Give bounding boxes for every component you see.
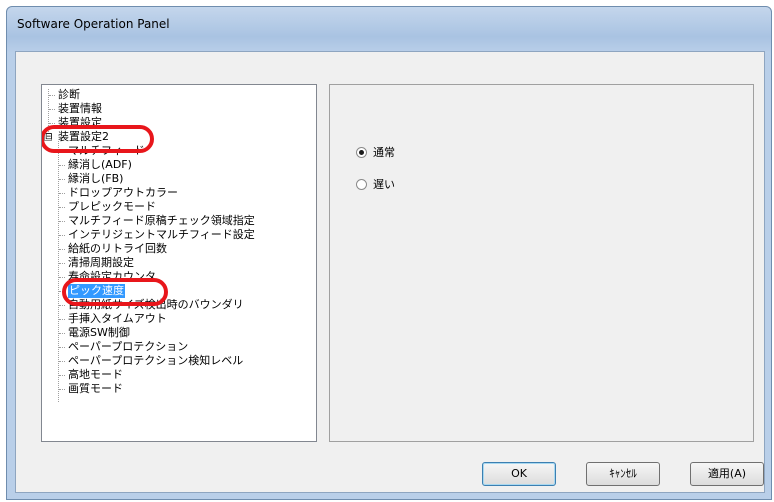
tree-item-pick-speed[interactable]: ピック速度 [68,284,125,298]
tree-item-intelligent-multifeed[interactable]: インテリジェントマルチフィード設定 [68,228,255,242]
tree-connector [59,263,65,264]
tree-item-device-info[interactable]: 装置情報 [58,102,102,116]
settings-panel: 通常 遅い [329,84,754,442]
tree-item-dropout-color[interactable]: ドロップアウトカラー [68,186,178,200]
tree-connector [59,319,65,320]
tree-connector [49,95,55,96]
tree-connector [49,109,55,110]
tree-item-multifeed-area[interactable]: マルチフィード原稿チェック領域指定 [68,214,255,228]
settings-tree[interactable]: ⊟ 診断 装置情報 装置設定 装置設定2 マルチフィード 縁消し(ADF) 縁消… [41,84,317,442]
tree-item-paper-protection-level[interactable]: ペーパープロテクション検知レベル [68,354,243,368]
window-title: Software Operation Panel [17,17,170,31]
tree-connector [59,221,65,222]
ok-button[interactable]: OK [482,462,556,486]
tree-connector [59,375,65,376]
tree-item-diagnosis[interactable]: 診断 [58,88,80,102]
radio-normal[interactable]: 通常 [356,144,395,160]
dialog-window: Software Operation Panel ⊟ 診断 装置情報 装置設定 … [6,6,772,500]
cancel-button[interactable]: ｷｬﾝｾﾙ [586,462,660,486]
tree-item-cleaning-cycle[interactable]: 清掃周期設定 [68,256,134,270]
tree-connector [59,165,65,166]
tree-item-paper-protection[interactable]: ペーパープロテクション [68,340,188,354]
tree-connector [59,305,65,306]
radio-unchecked-icon[interactable] [356,178,367,190]
tree-connector [58,141,59,402]
tree-connector [59,291,65,292]
tree-connector [59,389,65,390]
dialog-client-area: ⊟ 診断 装置情報 装置設定 装置設定2 マルチフィード 縁消し(ADF) 縁消… [15,51,765,493]
collapse-icon[interactable]: ⊟ [44,133,53,142]
tree-connector [59,249,65,250]
tree-connector [59,277,65,278]
radio-normal-label: 通常 [373,146,395,159]
tree-item-manual-timeout[interactable]: 手挿入タイムアウト [68,312,167,326]
tree-item-device-settings[interactable]: 装置設定 [58,116,102,130]
radio-slow-label: 遅い [373,178,395,191]
tree-item-multifeed[interactable]: マルチフィード [68,144,145,158]
tree-item-image-quality-mode[interactable]: 画質モード [68,382,123,396]
tree-item-altitude-mode[interactable]: 高地モード [68,368,123,382]
tree-item-edge-fb[interactable]: 縁消し(FB) [68,172,123,186]
tree-connector [59,361,65,362]
tree-connector [59,347,65,348]
tree-item-life-counter[interactable]: 寿命設定カウンタ [68,270,156,284]
tree-item-device-settings-2[interactable]: 装置設定2 [58,130,109,144]
tree-item-edge-adf[interactable]: 縁消し(ADF) [68,158,132,172]
tree-item-prepick-mode[interactable]: プレピックモード [68,200,156,214]
tree-connector [59,179,65,180]
tree-item-retry-count[interactable]: 給紙のリトライ回数 [68,242,167,256]
tree-connector [59,207,65,208]
tree-connector [59,235,65,236]
tree-connector [59,151,65,152]
radio-checked-icon[interactable] [356,146,367,158]
apply-button[interactable]: 適用(A) [690,462,764,486]
tree-item-auto-size-boundary[interactable]: 自動用紙サイズ検出時のバウンダリ [68,298,244,312]
tree-connector [59,193,65,194]
tree-connector [49,123,55,124]
radio-slow[interactable]: 遅い [356,176,395,192]
tree-item-power-sw[interactable]: 電源SW制御 [68,326,130,340]
tree-connector [59,333,65,334]
